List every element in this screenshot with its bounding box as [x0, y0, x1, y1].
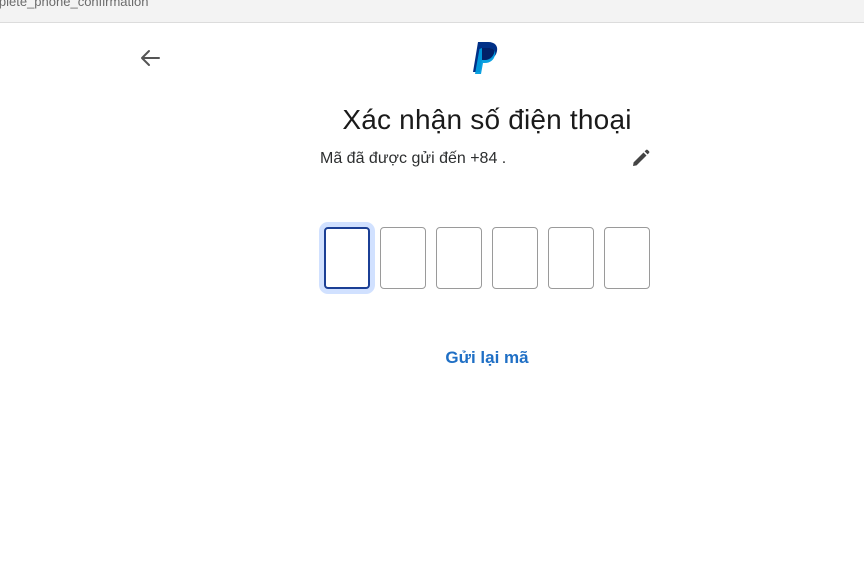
url-text: iplete_phone_confirmation — [0, 0, 149, 9]
code-digit-4[interactable] — [492, 227, 538, 289]
code-digit-3[interactable] — [436, 227, 482, 289]
code-digit-5[interactable] — [548, 227, 594, 289]
paypal-logo — [470, 41, 500, 75]
resend-code-link[interactable]: Gửi lại mã — [0, 348, 864, 368]
code-digit-1[interactable] — [324, 227, 370, 289]
code-digit-6[interactable] — [604, 227, 650, 289]
page-title: Xác nhận số điện thoại — [342, 104, 632, 135]
edit-phone-button[interactable] — [630, 149, 652, 169]
pencil-icon — [633, 149, 650, 166]
code-digit-2[interactable] — [380, 227, 426, 289]
back-button[interactable] — [138, 46, 164, 70]
arrow-left-icon — [141, 50, 160, 66]
browser-url-bar[interactable]: iplete_phone_confirmation — [0, 0, 864, 23]
code-sent-text: Mã đã được gửi đến +84 . — [320, 150, 507, 167]
